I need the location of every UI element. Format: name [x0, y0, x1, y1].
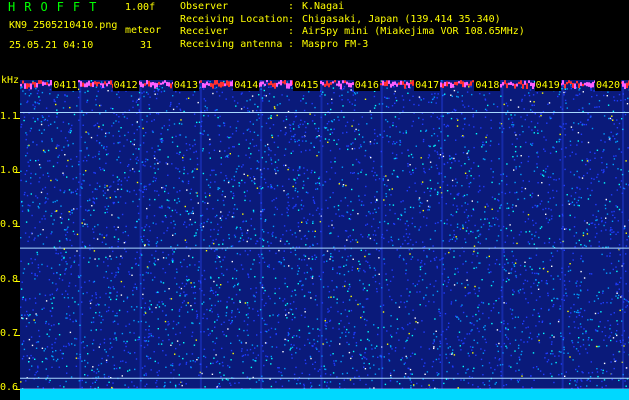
info-separator: : [288, 1, 295, 12]
y-tick-label: 0.7 [0, 327, 19, 339]
spectrogram-canvas [20, 80, 629, 400]
app-title: HROFFT [8, 0, 106, 14]
spectrogram-plot [20, 80, 629, 400]
info-separator: : [288, 13, 295, 25]
meteor-count-label: meteor [125, 25, 162, 36]
info-key: Receiving antenna [180, 38, 283, 50]
info-row-antenna: Receiving antenna : Maspro FM-3 [180, 39, 525, 52]
minute-stripe [501, 80, 504, 400]
info-row-observer: Observer : K.Nagai [180, 1, 525, 14]
y-tick-label: 1.1 [0, 110, 19, 122]
bottom-edge-band [20, 389, 629, 400]
y-tick-label: 0.6 [0, 382, 19, 394]
minute-stripe [561, 80, 564, 400]
info-key: Receiving Location [180, 13, 289, 25]
info-value: K.Nagai [302, 1, 345, 12]
file-name: KN9_2505210410.png [9, 20, 118, 31]
time-tick-label: 0418 [474, 80, 501, 91]
meteor-count-value: 31 [140, 40, 153, 51]
info-separator: : [288, 26, 295, 38]
time-tick-label: 0411 [52, 80, 79, 91]
minute-stripe [380, 80, 383, 400]
info-row-receiver: Receiver : AirSpy mini (Miakejima VOR 10… [180, 26, 525, 39]
header-panel: HROFFT 1.00f KN9_2505210410.png meteor 2… [0, 0, 629, 76]
info-key: Receiver [180, 26, 229, 38]
minute-stripe [199, 80, 202, 400]
time-tick-label: 0415 [293, 80, 320, 91]
minute-stripe [260, 80, 263, 400]
time-tick-label: 0416 [353, 80, 380, 91]
capture-datetime: 25.05.21 04:10 [9, 40, 94, 51]
minute-stripe [320, 80, 323, 400]
time-tick-label: 0414 [233, 80, 260, 91]
info-row-location: Receiving Location : Chigasaki, Japan (1… [180, 14, 525, 27]
time-tick-label: 0412 [112, 80, 139, 91]
time-tick-label: 0420 [594, 80, 622, 91]
y-axis-unit: kHz [1, 75, 20, 86]
time-tick-label: 0417 [414, 80, 441, 91]
info-value: Chigasaki, Japan (139.414 35.340) [302, 13, 501, 25]
station-info: Observer : K.Nagai Receiving Location : … [180, 1, 525, 51]
minute-stripe [139, 80, 142, 400]
info-value: Maspro FM-3 [302, 38, 369, 50]
info-separator: : [288, 38, 295, 50]
y-tick-label: 0.9 [0, 219, 19, 231]
time-tick-label: 0413 [172, 80, 199, 91]
app-version: 1.00f [125, 2, 156, 13]
minute-stripe [441, 80, 444, 400]
time-tick-label: 0419 [534, 80, 561, 91]
info-value: AirSpy mini (Miakejima VOR 108.65MHz) [302, 26, 525, 38]
minute-stripe [621, 80, 624, 400]
y-tick-label: 0.8 [0, 273, 19, 285]
info-key: Observer [180, 1, 229, 12]
minute-stripe [79, 80, 82, 400]
y-tick-label: 1.0 [0, 165, 19, 177]
